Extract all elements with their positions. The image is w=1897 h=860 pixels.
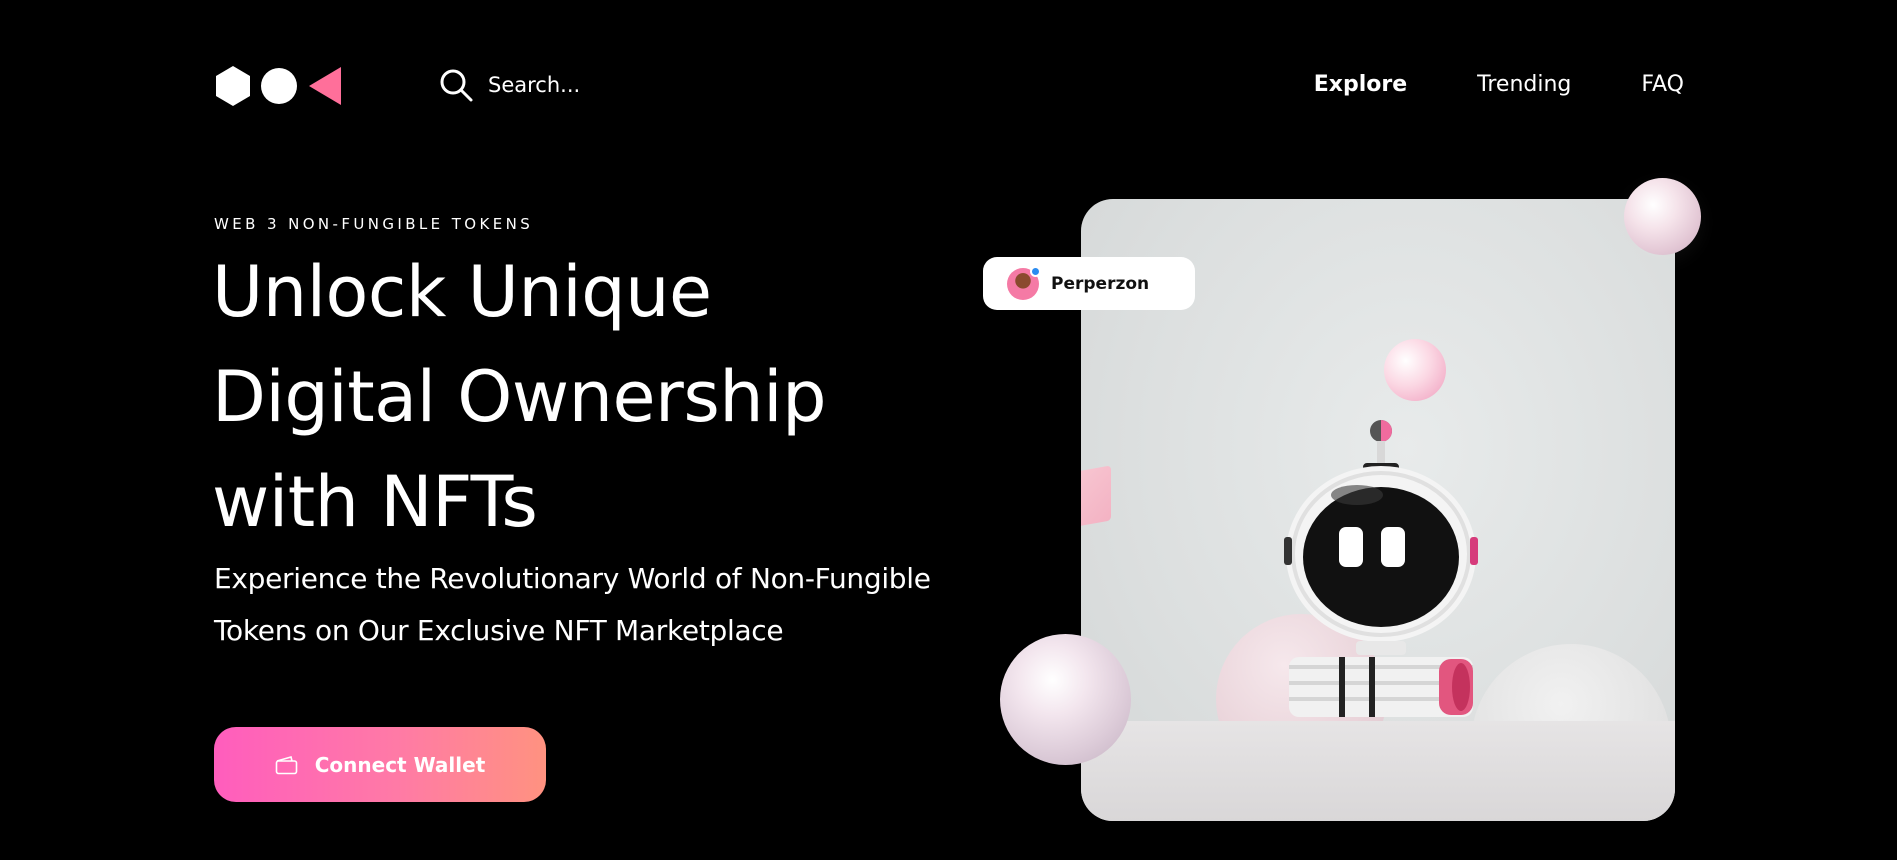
subtitle-line: Experience the Revolutionary World of No… — [214, 562, 931, 595]
search-bar[interactable] — [438, 66, 648, 104]
artwork-floor — [1081, 721, 1675, 821]
floating-ball-decoration — [1384, 339, 1446, 401]
floating-orb-bottom — [1000, 634, 1131, 765]
search-icon — [438, 67, 474, 103]
creator-name: Perperzon — [1051, 273, 1150, 294]
verified-badge-icon — [1030, 265, 1041, 277]
connect-wallet-label: Connect Wallet — [314, 752, 486, 777]
creator-badge[interactable]: Perperzon — [983, 257, 1195, 310]
headline-line: Unlock Unique — [212, 251, 712, 333]
brand-logo[interactable] — [214, 66, 344, 106]
logo-circle-icon — [261, 68, 297, 104]
nav-trending[interactable]: Trending — [1477, 70, 1571, 100]
nav-faq[interactable]: FAQ — [1641, 70, 1684, 100]
floating-orb-top — [1624, 178, 1701, 255]
subtitle-line: Tokens on Our Exclusive NFT Marketplace — [214, 614, 784, 647]
hero-headline: Unlock Unique Digital Ownership with NFT… — [212, 240, 972, 555]
robot-illustration — [1284, 420, 1478, 717]
wallet-icon — [275, 755, 299, 775]
logo-hexagon-icon — [216, 66, 250, 106]
connect-wallet-button[interactable]: Connect Wallet — [214, 727, 546, 802]
search-input[interactable] — [488, 73, 648, 97]
hero-subtitle: Experience the Revolutionary World of No… — [214, 553, 974, 657]
headline-line: Digital Ownership — [212, 356, 827, 438]
avatar — [1007, 265, 1041, 300]
logo-triangle-icon — [309, 67, 341, 105]
main-nav: Explore Trending FAQ — [1314, 70, 1684, 100]
nav-explore[interactable]: Explore — [1314, 70, 1407, 100]
pink-cube-decoration — [1081, 465, 1111, 528]
headline-line: with NFTs — [212, 461, 538, 543]
hero-eyebrow: WEB 3 NON-FUNGIBLE TOKENS — [214, 215, 534, 233]
